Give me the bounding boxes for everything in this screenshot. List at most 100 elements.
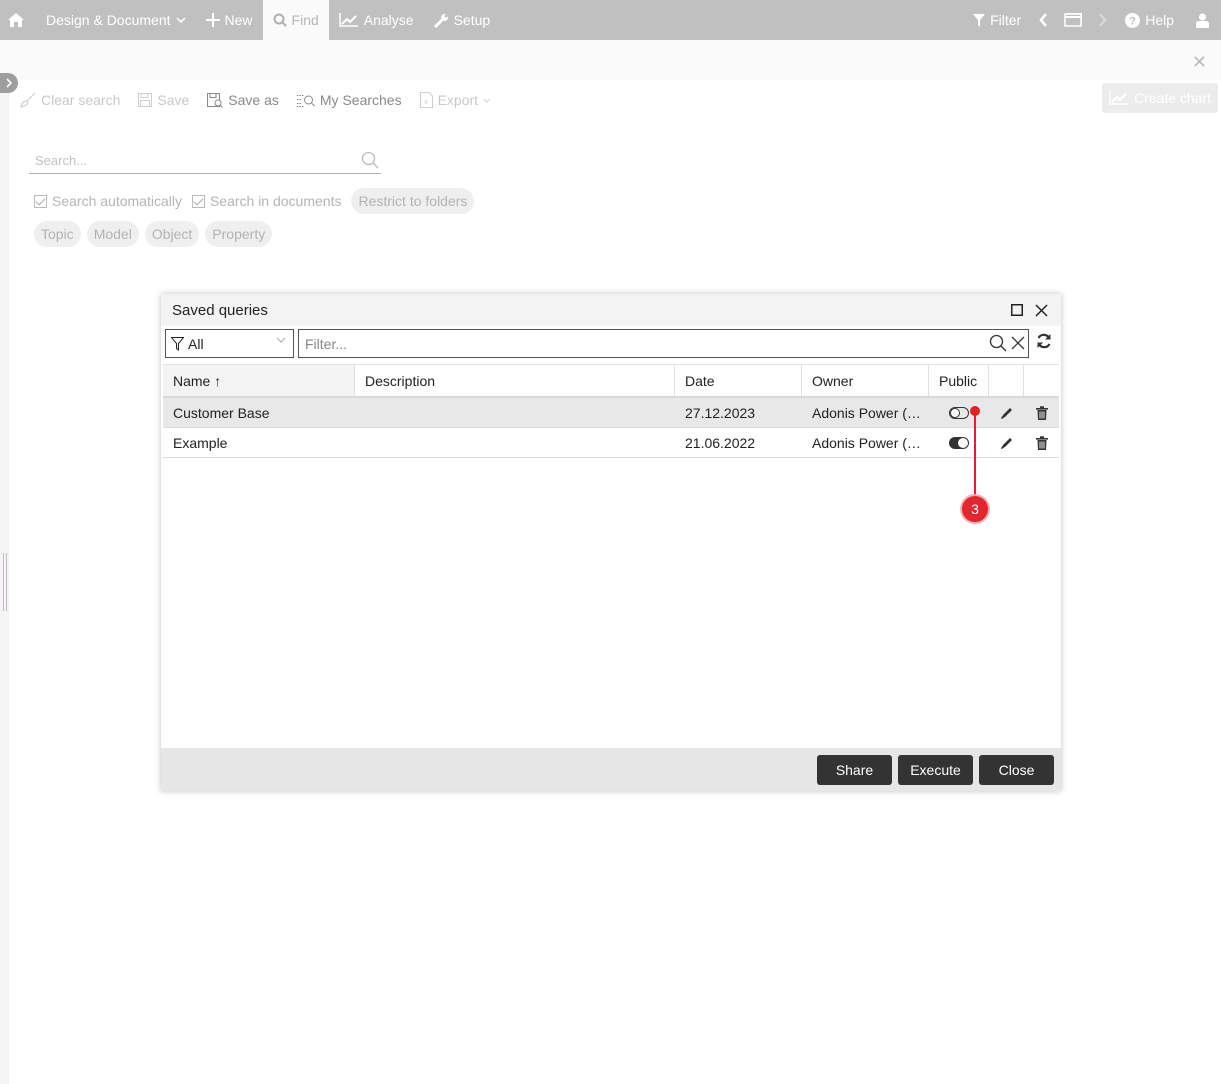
column-header-description[interactable]: Description	[355, 365, 675, 396]
nav-back-button[interactable]	[1031, 0, 1056, 40]
toggle-knob	[958, 437, 968, 448]
search-in-documents-checkbox[interactable]: Search in documents	[191, 193, 342, 209]
column-header-edit	[989, 365, 1024, 396]
cell-public	[929, 436, 989, 449]
top-navigation-bar: Design & Document New Find Analyse Setup…	[0, 0, 1221, 40]
plus-icon	[205, 13, 220, 27]
search-options: Search automatically Search in documents…	[34, 188, 475, 214]
search-toolbar: Clear search Save Save as My Searches x …	[20, 90, 491, 110]
search-icon[interactable]	[989, 334, 1007, 352]
nav-window-button[interactable]	[1056, 0, 1090, 40]
cell-name: Example	[173, 434, 228, 451]
save-label: Save	[157, 92, 190, 108]
search-input[interactable]	[29, 148, 349, 172]
search-in-documents-label: Search in documents	[209, 193, 342, 209]
save-as-icon	[207, 92, 224, 108]
saved-queries-table: Name ↑ Description Date Owner Public Cus…	[163, 364, 1059, 458]
search-scope-chips: Topic Model Object Property	[34, 221, 273, 247]
callout-badge: 3	[960, 494, 990, 524]
cell-public	[929, 406, 989, 419]
clear-filter-icon[interactable]	[1010, 335, 1026, 351]
pencil-icon[interactable]	[1000, 406, 1014, 420]
nav-help[interactable]: ? Help	[1115, 0, 1184, 40]
chip-model[interactable]: Model	[86, 221, 139, 247]
save-button[interactable]: Save	[138, 92, 189, 108]
column-header-name[interactable]: Name ↑	[163, 365, 355, 396]
chart-line-icon	[339, 13, 358, 27]
nav-setup[interactable]: Setup	[424, 0, 501, 40]
chip-object[interactable]: Object	[144, 221, 200, 247]
nav-help-label: Help	[1145, 12, 1174, 28]
clear-search-button[interactable]: Clear search	[20, 92, 120, 108]
checkbox-checked[interactable]	[34, 194, 47, 208]
chevron-down-icon	[483, 98, 491, 103]
chip-topic[interactable]: Topic	[34, 221, 81, 247]
column-header-public[interactable]: Public	[929, 365, 989, 396]
nav-design-document[interactable]: Design & Document	[32, 0, 196, 40]
cell-owner: Adonis Power (…	[812, 434, 921, 451]
search-automatically-checkbox[interactable]: Search automatically	[34, 193, 182, 209]
create-chart-button[interactable]: Create chart	[1102, 83, 1218, 113]
nav-design-document-label: Design & Document	[46, 12, 171, 28]
chip-property[interactable]: Property	[205, 221, 273, 247]
save-as-button[interactable]: Save as	[207, 92, 279, 108]
pencil-icon[interactable]	[1000, 436, 1014, 450]
close-button[interactable]: Close	[979, 754, 1054, 785]
nav-analyse[interactable]: Analyse	[329, 0, 424, 40]
nav-filter[interactable]: Filter	[963, 0, 1031, 40]
filter-input[interactable]	[299, 330, 969, 357]
search-icon[interactable]	[361, 151, 379, 169]
table-row[interactable]: Example 21.06.2022 Adonis Power (…	[163, 428, 1059, 458]
trash-icon[interactable]	[1035, 405, 1048, 420]
checkbox-checked[interactable]	[191, 194, 205, 208]
save-icon	[138, 93, 153, 107]
save-as-label: Save as	[228, 92, 279, 108]
svg-text:?: ?	[1129, 15, 1136, 27]
search-field	[29, 148, 381, 174]
sidebar-expand-toggle[interactable]	[0, 73, 18, 93]
filter-icon	[171, 336, 184, 351]
nav-user[interactable]	[1184, 0, 1221, 40]
public-toggle-on[interactable]	[949, 436, 969, 449]
trash-icon[interactable]	[1035, 435, 1048, 450]
filter-icon	[973, 13, 986, 27]
chevron-down-icon	[175, 17, 186, 23]
cell-delete	[1024, 405, 1059, 420]
dialog-footer: Share Execute Close	[161, 748, 1061, 791]
execute-button[interactable]: Execute	[898, 754, 973, 785]
dialog-header: Saved queries	[161, 294, 1061, 326]
share-button[interactable]: Share	[817, 754, 892, 785]
export-button[interactable]: x Export	[419, 92, 491, 108]
nav-forward-button[interactable]	[1090, 0, 1115, 40]
nav-find[interactable]: Find	[262, 0, 329, 40]
column-header-date[interactable]: Date	[675, 365, 802, 396]
sidebar-resize-handle[interactable]	[3, 553, 7, 611]
maximize-icon[interactable]	[1011, 304, 1023, 316]
window-icon	[1064, 13, 1083, 27]
close-panel-icon[interactable]: ✕	[1192, 52, 1207, 73]
chevron-down-icon	[276, 337, 286, 343]
nav-new[interactable]: New	[196, 0, 263, 40]
filter-select-value: All	[188, 335, 204, 352]
create-chart-label: Create chart	[1133, 90, 1212, 106]
nav-analyse-label: Analyse	[363, 12, 414, 28]
help-icon: ?	[1125, 12, 1141, 28]
cell-date: 21.06.2022	[685, 434, 756, 451]
cell-edit	[989, 436, 1024, 450]
restrict-to-folders-chip[interactable]: Restrict to folders	[351, 188, 475, 214]
chevron-left-icon	[1039, 13, 1048, 27]
nav-home[interactable]	[0, 0, 32, 40]
table-row[interactable]: Customer Base 27.12.2023 Adonis Power (…	[163, 398, 1059, 428]
saved-queries-dialog: Saved queries All Name ↑ Description Dat…	[161, 294, 1061, 791]
cell-delete	[1024, 435, 1059, 450]
user-icon	[1196, 13, 1209, 28]
chevron-right-icon	[6, 78, 12, 88]
callout-dot	[970, 406, 980, 416]
filter-select[interactable]: All	[165, 329, 294, 358]
public-toggle-off[interactable]	[949, 406, 969, 419]
refresh-icon[interactable]	[1036, 333, 1052, 349]
my-searches-button[interactable]: My Searches	[296, 92, 402, 108]
column-header-owner[interactable]: Owner	[802, 365, 929, 396]
chart-line-icon	[1109, 91, 1128, 105]
close-dialog-icon[interactable]	[1035, 303, 1048, 317]
